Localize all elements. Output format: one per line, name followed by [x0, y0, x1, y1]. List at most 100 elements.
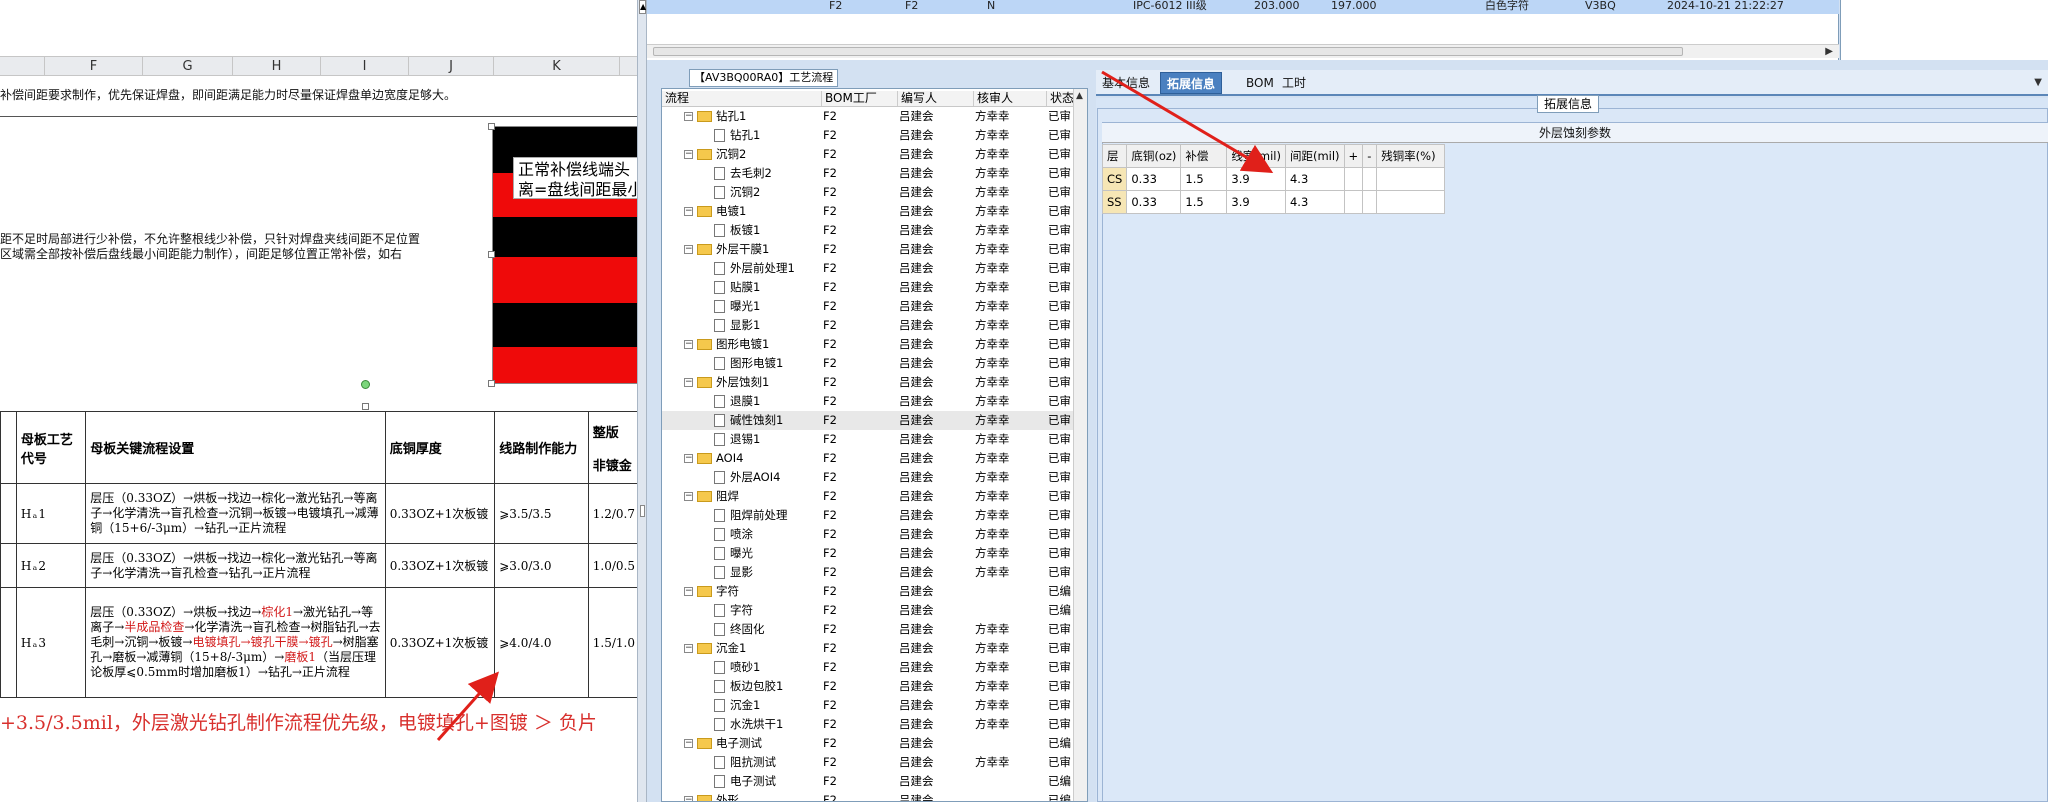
- column-header-f[interactable]: F: [45, 57, 143, 76]
- tree-row[interactable]: 沉铜2 F2 吕建会 方幸幸 已审: [662, 183, 1087, 202]
- collapse-icon[interactable]: −: [684, 739, 693, 748]
- resize-handle[interactable]: [488, 380, 495, 387]
- tree-row[interactable]: 显影 F2 吕建会 方幸幸 已审: [662, 563, 1087, 582]
- etch-header-cell[interactable]: 底铜(oz): [1126, 144, 1182, 168]
- etch-layer-cell[interactable]: CS: [1101, 167, 1128, 191]
- tree-row[interactable]: 终固化 F2 吕建会 方幸幸 已审: [662, 620, 1087, 639]
- tree-row[interactable]: 显影1 F2 吕建会 方幸幸 已审: [662, 316, 1087, 335]
- tree-row[interactable]: 贴膜1 F2 吕建会 方幸幸 已审: [662, 278, 1087, 297]
- etch-value-cell[interactable]: 4.3: [1284, 190, 1345, 214]
- tree-header-status[interactable]: 状态: [1046, 91, 1074, 106]
- tree-row[interactable]: 退锡1 F2 吕建会 方幸幸 已审: [662, 430, 1087, 449]
- etch-value-cell[interactable]: [1343, 167, 1364, 191]
- etch-value-cell[interactable]: 4.3: [1284, 167, 1345, 191]
- tree-row[interactable]: − AOI4 F2 吕建会 方幸幸 已审: [662, 449, 1087, 468]
- tree-row[interactable]: 喷涂 F2 吕建会 方幸幸 已审: [662, 525, 1087, 544]
- tree-row[interactable]: 曝光 F2 吕建会 方幸幸 已审: [662, 544, 1087, 563]
- tree-header-writer[interactable]: 编写人: [897, 91, 937, 106]
- etch-header-cell[interactable]: 补偿: [1180, 144, 1228, 168]
- etch-value-cell[interactable]: 1.5: [1180, 190, 1228, 214]
- collapse-icon[interactable]: −: [684, 587, 693, 596]
- etch-header-cell[interactable]: +: [1343, 144, 1364, 168]
- tree-row[interactable]: 外层前处理1 F2 吕建会 方幸幸 已审: [662, 259, 1087, 278]
- tree-header-reviewer[interactable]: 核审人: [973, 91, 1013, 106]
- tree-row[interactable]: 钻孔1 F2 吕建会 方幸幸 已审: [662, 126, 1087, 145]
- tree-row[interactable]: − 沉金1 F2 吕建会 方幸幸 已审: [662, 639, 1087, 658]
- etch-value-cell[interactable]: 0.33: [1126, 190, 1182, 214]
- etch-header-cell[interactable]: 间距(mil): [1284, 144, 1345, 168]
- tree-row[interactable]: 退膜1 F2 吕建会 方幸幸 已审: [662, 392, 1087, 411]
- vertical-scrollbar[interactable]: ▲: [1073, 89, 1087, 801]
- tree-row[interactable]: 阻抗测试 F2 吕建会 方幸幸 已审: [662, 753, 1087, 772]
- tab-bom[interactable]: BOM: [1240, 72, 1280, 94]
- tree-row[interactable]: 板镀1 F2 吕建会 方幸幸 已审: [662, 221, 1087, 240]
- tree-row[interactable]: 曝光1 F2 吕建会 方幸幸 已审: [662, 297, 1087, 316]
- tab-basic-info[interactable]: 基本信息: [1096, 72, 1156, 94]
- resize-handle[interactable]: [362, 403, 369, 410]
- tree-row[interactable]: 外层AOI4 F2 吕建会 方幸幸 已审: [662, 468, 1087, 487]
- etch-value-cell[interactable]: [1343, 190, 1364, 214]
- collapse-icon[interactable]: −: [684, 112, 693, 121]
- etch-row[interactable]: CS 0.33 1.5 3.9 4.3: [1101, 167, 1446, 191]
- inner-splitter[interactable]: [1088, 60, 1096, 802]
- etch-header-cell[interactable]: 层: [1101, 144, 1128, 168]
- tree-row[interactable]: − 外层干膜1 F2 吕建会 方幸幸 已审: [662, 240, 1087, 259]
- tree-row[interactable]: − 阻焊 F2 吕建会 方幸幸 已审: [662, 487, 1087, 506]
- collapse-icon[interactable]: −: [684, 340, 693, 349]
- etch-value-cell[interactable]: 0.33: [1126, 167, 1182, 191]
- tree-row[interactable]: 板边包胶1 F2 吕建会 方幸幸 已审: [662, 677, 1087, 696]
- resize-handle[interactable]: [488, 251, 495, 258]
- column-header-h[interactable]: H: [233, 57, 321, 76]
- tree-row[interactable]: − 外形 F2 吕建会 已编: [662, 791, 1087, 801]
- column-header-k[interactable]: K: [494, 57, 620, 76]
- tree-row[interactable]: 字符 F2 吕建会 已编: [662, 601, 1087, 620]
- etch-value-cell[interactable]: 3.9: [1226, 167, 1286, 191]
- spreadsheet-pane[interactable]: F G H I J K 补偿间距要求制作，优先保证焊盘，即间距满足能力时尽量保证…: [0, 0, 640, 802]
- resize-handle[interactable]: [488, 123, 495, 130]
- tree-header-flow[interactable]: 流程: [662, 91, 689, 106]
- embedded-picture[interactable]: 正常补偿线端头 离=盘线间距最小: [492, 126, 640, 384]
- tree-row[interactable]: 阻焊前处理 F2 吕建会 方幸幸 已审: [662, 506, 1087, 525]
- collapse-icon[interactable]: −: [684, 492, 693, 501]
- etch-value-cell[interactable]: [1362, 167, 1378, 191]
- etch-layer-cell[interactable]: SS: [1101, 190, 1128, 214]
- tree-row[interactable]: − 字符 F2 吕建会 已编: [662, 582, 1087, 601]
- horizontal-scrollbar[interactable]: ▶: [647, 44, 1839, 58]
- tree-row[interactable]: − 电子测试 F2 吕建会 已编: [662, 734, 1087, 753]
- tree-row[interactable]: − 钻孔1 F2 吕建会 方幸幸 已审: [662, 107, 1087, 126]
- collapse-icon[interactable]: −: [684, 644, 693, 653]
- etch-header-cell[interactable]: 线宽(mil): [1226, 144, 1286, 168]
- collapse-icon[interactable]: −: [684, 207, 693, 216]
- etch-row[interactable]: SS 0.33 1.5 3.9 4.3: [1101, 190, 1446, 214]
- scroll-up-icon[interactable]: ▲: [1076, 91, 1083, 101]
- collapse-icon[interactable]: −: [684, 150, 693, 159]
- etch-value-cell[interactable]: [1376, 167, 1446, 191]
- tree-row[interactable]: − 图形电镀1 F2 吕建会 方幸幸 已审: [662, 335, 1087, 354]
- tree-row[interactable]: 水洗烘干1 F2 吕建会 方幸幸 已审: [662, 715, 1087, 734]
- collapse-icon[interactable]: −: [684, 796, 693, 801]
- tree-row[interactable]: − 沉铜2 F2 吕建会 方幸幸 已审: [662, 145, 1087, 164]
- splitter-grip-icon[interactable]: [640, 505, 645, 517]
- tree-row[interactable]: − 外层蚀刻1 F2 吕建会 方幸幸 已审: [662, 373, 1087, 392]
- tree-header-bom[interactable]: BOM工厂: [821, 91, 877, 106]
- top-grid-selected-row[interactable]: F2 F2 N IPC-6012 III级 203.000 197.000 白色…: [647, 0, 1839, 14]
- collapse-icon[interactable]: −: [684, 245, 693, 254]
- etch-params-table[interactable]: 层底铜(oz) 补偿 线宽(mil) 间距(mil) + - 残铜率(%) CS 0.33 1.…: [1101, 144, 1446, 214]
- column-header-j[interactable]: J: [409, 57, 494, 76]
- rotate-handle[interactable]: [361, 380, 370, 389]
- tree-row[interactable]: 图形电镀1 F2 吕建会 方幸幸 已审: [662, 354, 1087, 373]
- tab-hours[interactable]: 工时: [1276, 72, 1312, 94]
- etch-header-cell[interactable]: -: [1362, 144, 1378, 168]
- column-header-g[interactable]: G: [143, 57, 233, 76]
- tree-row[interactable]: 沉金1 F2 吕建会 方幸幸 已审: [662, 696, 1087, 715]
- tree-row[interactable]: − 电镀1 F2 吕建会 方幸幸 已审: [662, 202, 1087, 221]
- etch-value-cell[interactable]: [1362, 190, 1378, 214]
- process-tree[interactable]: 流程 BOM工厂 编写人 核审人 状态 − 钻孔1 F2 吕建会 方幸幸 已审 钻孔1 F2 吕…: [661, 88, 1088, 802]
- tree-row[interactable]: 电子测试 F2 吕建会 已编: [662, 772, 1087, 791]
- tree-row[interactable]: 喷砂1 F2 吕建会 方幸幸 已审: [662, 658, 1087, 677]
- collapse-icon[interactable]: −: [684, 378, 693, 387]
- etch-value-cell[interactable]: [1376, 190, 1446, 214]
- pane-splitter[interactable]: ▲: [637, 0, 647, 802]
- tree-row[interactable]: 去毛刺2 F2 吕建会 方幸幸 已审: [662, 164, 1087, 183]
- collapse-up-icon[interactable]: ▲: [639, 0, 646, 14]
